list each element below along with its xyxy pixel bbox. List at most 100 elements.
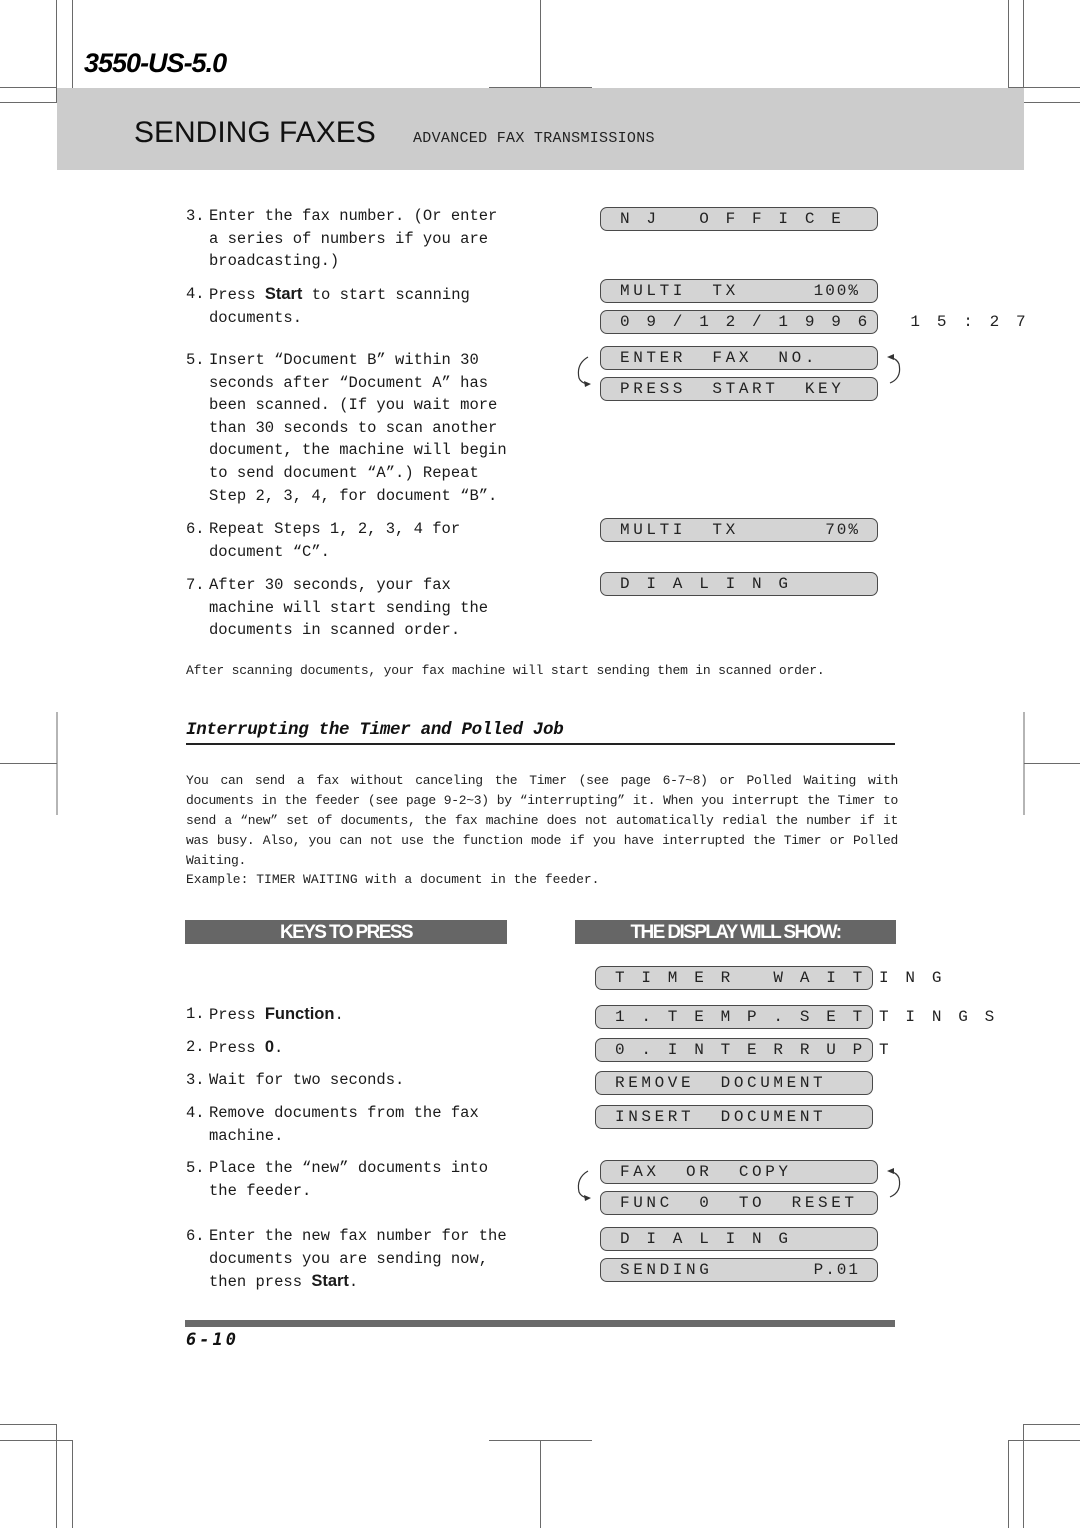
step-text: Press 0. <box>209 1036 508 1060</box>
lcd-display: FUNC 0 TO RESET <box>600 1191 878 1215</box>
crop-mark <box>0 1440 72 1441</box>
crop-mark <box>0 763 57 764</box>
keys-to-press-header: KEYS TO PRESS <box>185 920 507 944</box>
cycle-arrow-left-icon <box>577 356 591 387</box>
lcd-text: N J O F F I C E <box>620 210 845 228</box>
lcd-text: D I A L I N G <box>620 575 792 593</box>
interrupt-step-6: 6. Enter the new fax number for the docu… <box>186 1225 508 1294</box>
lcd-display: 0 . I N T E R R U P T <box>595 1038 889 1062</box>
heading-rule <box>186 743 895 745</box>
step-6: 6. Repeat Steps 1, 2, 3, 4 for document … <box>186 518 508 563</box>
lcd-text: FAX OR COPY <box>620 1163 792 1181</box>
interrupt-step-1: 1. Press Function. <box>186 1003 508 1027</box>
crop-mark <box>1008 1440 1080 1441</box>
lcd-text: MULTI TX <box>620 282 739 300</box>
display-will-show-header: THE DISPLAY WILL SHOW: <box>575 920 896 944</box>
step-4: 4. Press Start to start scanning documen… <box>186 283 508 329</box>
lcd-display: PRESS START KEY <box>600 377 878 401</box>
lcd-display: MULTI TX 100% <box>600 279 878 303</box>
step-7: 7. After 30 seconds, your fax machine wi… <box>186 574 508 642</box>
step-text: Insert “Document B” within 30 seconds af… <box>209 351 507 505</box>
crop-mark <box>56 1424 57 1528</box>
crop-mark <box>0 87 57 88</box>
step-number: 5. <box>186 1159 205 1177</box>
crop-mark <box>0 1424 57 1425</box>
step-5: 5. Insert “Document B” within 30 seconds… <box>186 349 508 507</box>
lcd-display: MULTI TX 70% <box>600 518 878 542</box>
step-number: 3. <box>186 1071 205 1089</box>
step-text: Enter the fax number. (Or enter a series… <box>209 207 498 271</box>
lcd-text: T I M E R W A I T I N G <box>615 969 946 987</box>
crop-mark <box>1008 0 1009 88</box>
lcd-text: D I A L I N G <box>620 1230 792 1248</box>
crop-mark <box>540 1440 541 1528</box>
key-start: Start <box>311 1272 349 1291</box>
lcd-text: INSERT DOCUMENT <box>615 1108 827 1126</box>
step-3: 3. Enter the fax number. (Or enter a ser… <box>186 205 508 273</box>
crop-mark <box>72 0 73 88</box>
section-title: SENDING FAXES <box>134 116 376 149</box>
lcd-display: INSERT DOCUMENT <box>595 1105 873 1129</box>
crop-mark <box>1023 1424 1024 1528</box>
lcd-text: REMOVE DOCUMENT <box>615 1074 827 1092</box>
lcd-display: D I A L I N G <box>600 1227 878 1251</box>
lcd-display: REMOVE DOCUMENT <box>595 1071 873 1095</box>
interrupt-step-4: 4. Remove documents from the fax machine… <box>186 1102 508 1147</box>
crop-mark <box>1023 1424 1080 1425</box>
lcd-display: ENTER FAX NO. <box>600 346 878 370</box>
lcd-display: T I M E R W A I T I N G <box>595 966 941 990</box>
lcd-display: 0 9 / 1 2 / 1 9 9 6 1 5 : 2 7 <box>600 310 1026 334</box>
lcd-text: MULTI TX <box>620 521 739 539</box>
example-text: Example: TIMER WAITING with a document i… <box>186 872 600 887</box>
lcd-display: FAX OR COPY <box>600 1160 878 1184</box>
step-number: 2. <box>186 1038 205 1056</box>
key-start: Start <box>264 285 303 303</box>
step-text: Repeat Steps 1, 2, 3, 4 for document “C”… <box>209 520 461 561</box>
lcd-display: 1 . T E M P . S E T T I N G S <box>595 1005 994 1029</box>
lcd-text: 0 9 / 1 2 / 1 9 9 6 1 5 : 2 7 <box>620 313 1030 331</box>
interrupt-step-5: 5. Place the “new” documents into the fe… <box>186 1157 508 1202</box>
crop-mark <box>540 0 541 88</box>
interrupt-step-2: 2. Press 0. <box>186 1036 508 1060</box>
crop-mark <box>1024 763 1080 764</box>
step-text: Place the “new” documents into the feede… <box>209 1159 489 1200</box>
section-subtitle: ADVANCED FAX TRANSMISSIONS <box>413 130 655 147</box>
key-function: Function <box>264 1005 335 1023</box>
step-text: Press Start to start scanning documents. <box>209 283 508 329</box>
step-text-post: . <box>348 1273 359 1292</box>
step-number: 7. <box>186 576 205 594</box>
lcd-value: 70% <box>825 521 860 539</box>
lcd-text: 1 . T E M P . S E T T I N G S <box>615 1008 998 1026</box>
lcd-display: D I A L I N G <box>600 572 878 596</box>
step-text-pre: Press <box>209 286 265 304</box>
step-number: 4. <box>186 1104 205 1122</box>
lcd-text: SENDING <box>620 1261 713 1279</box>
lcd-text: PRESS START KEY <box>620 380 845 398</box>
step-text: Remove documents from the fax machine. <box>209 1104 479 1145</box>
lcd-display: N J O F F I C E <box>600 207 878 231</box>
step-text-pre: Press <box>209 1039 265 1057</box>
footer-rule <box>185 1320 895 1327</box>
model-code: 3550-US-5.0 <box>84 48 227 78</box>
lcd-text: FUNC 0 TO RESET <box>620 1194 858 1212</box>
step-number: 5. <box>186 351 205 369</box>
step-text: Enter the new fax number for the documen… <box>209 1225 508 1294</box>
crop-mark <box>72 1440 73 1528</box>
cycle-arrow-right-icon <box>887 354 901 384</box>
crop-mark <box>1023 102 1080 103</box>
step-text: After 30 seconds, your fax machine will … <box>209 576 489 640</box>
subsection-heading: Interrupting the Timer and Polled Job <box>186 720 564 740</box>
crop-mark <box>0 102 57 103</box>
body-paragraph: You can send a fax without canceling the… <box>186 773 898 868</box>
interrupt-step-3: 3. Wait for two seconds. <box>186 1069 508 1092</box>
page-number: 6-10 <box>186 1330 239 1350</box>
step-number: 3. <box>186 207 205 225</box>
note-text: After scanning documents, your fax machi… <box>186 663 825 678</box>
step-number: 4. <box>186 285 205 303</box>
key-zero: 0 <box>264 1038 274 1056</box>
lcd-text: 0 . I N T E R R U P T <box>615 1041 893 1059</box>
crop-mark <box>1008 1440 1009 1528</box>
step-text: Wait for two seconds. <box>209 1071 405 1089</box>
lcd-text: ENTER FAX NO. <box>620 349 819 367</box>
cycle-arrow-right-icon <box>887 1168 901 1198</box>
